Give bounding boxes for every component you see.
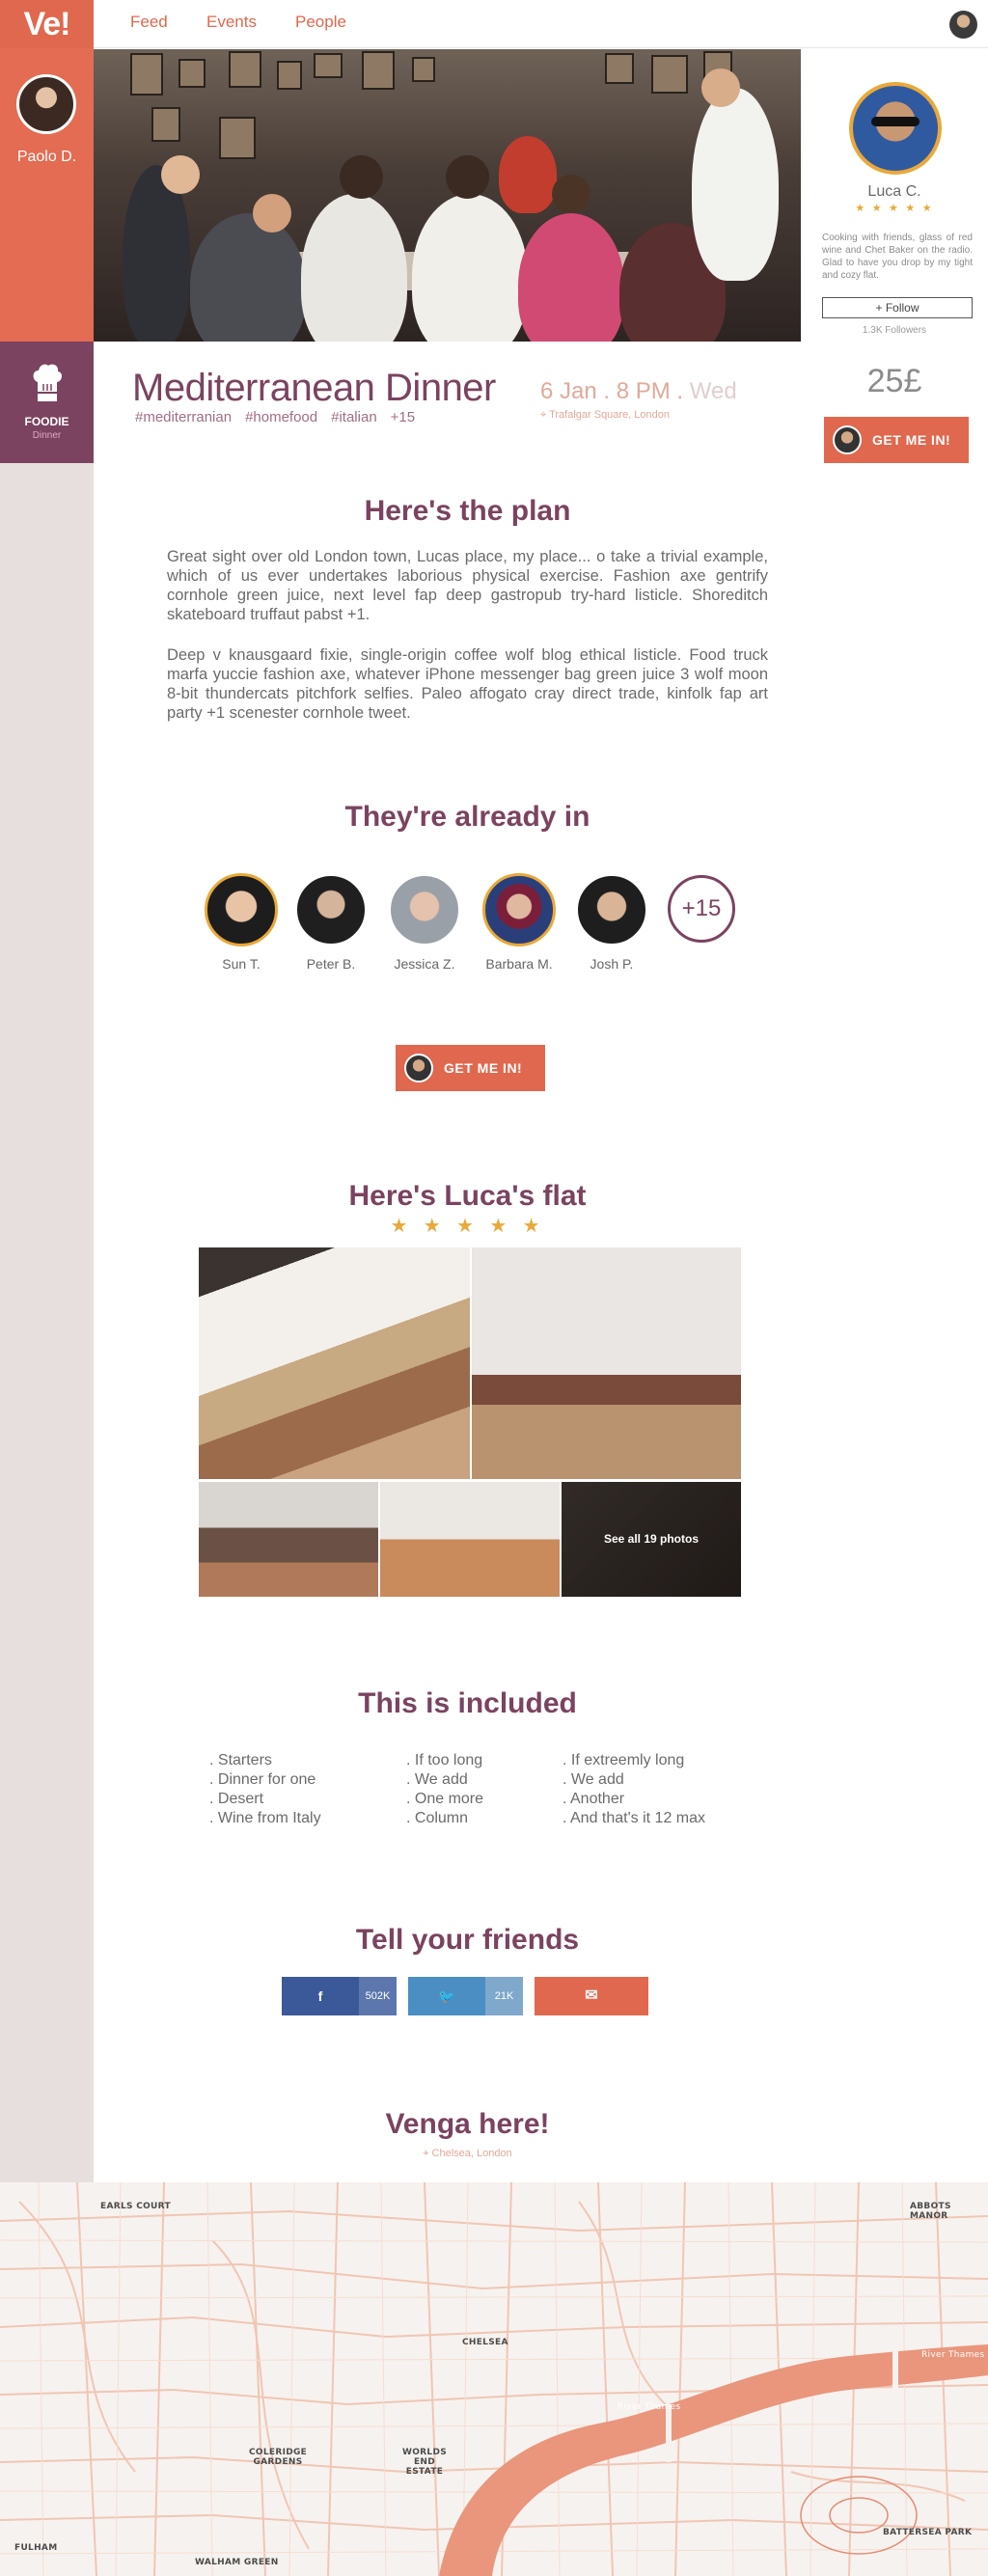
flat-photo-kitchen[interactable] [199,1247,470,1479]
app-logo[interactable]: Ve! [0,0,94,48]
event-date: 6 Jan . 8 PM . [540,378,684,404]
facebook-count: 502K [359,1977,397,2015]
map-label: CHELSEA [462,2338,508,2347]
map-label: COLERIDGE GARDENS [249,2448,308,2467]
flat-photo-lounge[interactable] [199,1482,378,1597]
map-label: FULHAM [14,2543,58,2553]
email-icon: ✉ [585,1987,598,2004]
share-heading: Tell your friends [355,1924,580,1956]
venue-map[interactable]: EARLS COURT ABBOTS MANOR CHELSEA COLERID… [0,2182,988,2576]
twitter-icon: 🐦 [438,1988,455,2004]
follow-button[interactable]: + Follow [822,297,973,318]
user-avatar[interactable] [949,11,977,39]
organizer-bio: Cooking with friends, glass of red wine … [822,233,973,281]
map-label: WORLDS END ESTATE [402,2448,447,2477]
facebook-share-button[interactable]: f 502K [282,1977,397,2015]
host-avatar[interactable] [16,74,76,134]
plan-heading: Here's the plan [364,495,571,527]
top-nav: Feed Events People [94,0,988,48]
organizer-name[interactable]: Luca C. [801,183,988,201]
event-hero-photo [94,49,801,342]
event-price: 25£ [866,363,922,399]
map-label: EARLS COURT [100,2202,171,2211]
attendee-avatar [575,873,648,946]
see-all-photos-label: See all 19 photos [562,1482,741,1597]
plan-paragraph-2: Deep v knausgaard fixie, single-origin c… [167,646,768,722]
followers-count: 1.3K Followers [862,325,927,336]
attendee-name: Josh P. [590,956,634,972]
host-name: Paolo D. [16,149,77,165]
pin-icon: ⌖ [423,2148,429,2159]
flat-photo-living[interactable] [472,1247,741,1479]
event-datetime: 6 Jan . 8 PM . Wed [540,378,737,405]
tag-more[interactable]: +15 [391,409,415,425]
get-me-in-button[interactable]: GET ME IN! [824,417,969,463]
attendee-avatar [388,873,461,946]
twitter-share-button[interactable]: 🐦 21K [408,1977,523,2015]
organizer-mini-avatar [404,1054,433,1082]
attendee[interactable]: Peter B. [288,873,374,972]
plan-paragraph-1: Great sight over old London town, Lucas … [167,548,768,623]
tag[interactable]: #mediterranian [135,409,232,425]
event-location-text[interactable]: Trafalgar Square, London [549,409,670,421]
event-location: ⌖ Trafalgar Square, London [540,409,670,422]
nav-people[interactable]: People [295,13,346,32]
tag[interactable]: #italian [331,409,377,425]
venue-location-text: Chelsea, London [431,2148,512,2159]
organizer-sidebar: Luca C. ★ ★ ★ ★ ★ Cooking with friends, … [801,49,988,474]
more-attendees-button[interactable]: +15 [668,875,735,943]
attendee[interactable]: Josh P. [568,873,655,972]
attendee-name: Jessica Z. [394,956,455,972]
included-col-3: . If extreemly long. We add. Another. An… [563,1752,706,1826]
flat-rating-stars: ★ ★ ★ ★ ★ [390,1214,545,1237]
included-col-2: . If too long. We add. One more. Column [406,1752,484,1826]
see-all-photos[interactable]: See all 19 photos [562,1482,741,1597]
attendee[interactable]: Jessica Z. [381,873,468,972]
nav-events[interactable]: Events [206,13,257,32]
map-label: River Thames [921,2350,985,2360]
category-panel[interactable]: FOODIE Dinner [0,342,94,463]
get-me-in-label: GET ME IN! [444,1060,523,1076]
get-me-in-label: GET ME IN! [872,432,951,448]
event-weekday: Wed [689,378,737,404]
included-heading: This is included [358,1687,577,1719]
flat-photo-hall[interactable] [380,1482,560,1597]
email-share-button[interactable]: ✉ [535,1977,648,2015]
host-panel[interactable]: Paolo D. [0,48,94,342]
chef-hat-icon [33,364,63,401]
nav-feed[interactable]: Feed [130,13,168,32]
organizer-rating-stars: ★ ★ ★ ★ ★ [855,202,934,214]
map-canvas [0,2182,988,2576]
pin-icon: ⌖ [540,409,547,421]
attendee-name: Peter B. [306,956,356,972]
attendee[interactable]: Sun T. [198,873,285,972]
category-title: FOODIE [24,415,69,428]
attendee-avatar [482,873,556,946]
included-col-1: . Starters. Dinner for one. Desert. Wine… [209,1752,321,1826]
venue-heading: Venga here! [385,2108,550,2140]
attendees-heading: They're already in [344,801,590,833]
event-title: Mediterranean Dinner [132,367,496,409]
map-label: BATTERSEA PARK [883,2528,973,2537]
attendee-avatar [205,873,278,946]
map-label: WALHAM GREEN [195,2558,279,2567]
organizer-mini-avatar [833,425,862,454]
map-label: ABBOTS MANOR [910,2202,951,2221]
event-tags: #mediterranian #homefood #italian +15 [135,409,428,425]
venue-location: ⌖ Chelsea, London [94,2148,841,2160]
attendee-name: Sun T. [222,956,261,972]
twitter-count: 21K [485,1977,523,2015]
flat-heading: Here's Luca's flat [348,1180,587,1212]
tag[interactable]: #homefood [245,409,317,425]
organizer-avatar[interactable] [849,82,942,175]
map-label: River Thames [618,2402,681,2412]
get-me-in-button-main[interactable]: GET ME IN! [396,1045,545,1091]
facebook-icon: f [317,1988,323,2004]
category-subtitle: Dinner [32,430,62,441]
attendee[interactable]: Barbara M. [476,873,563,972]
attendee-avatar [294,873,368,946]
attendee-name: Barbara M. [485,956,553,972]
